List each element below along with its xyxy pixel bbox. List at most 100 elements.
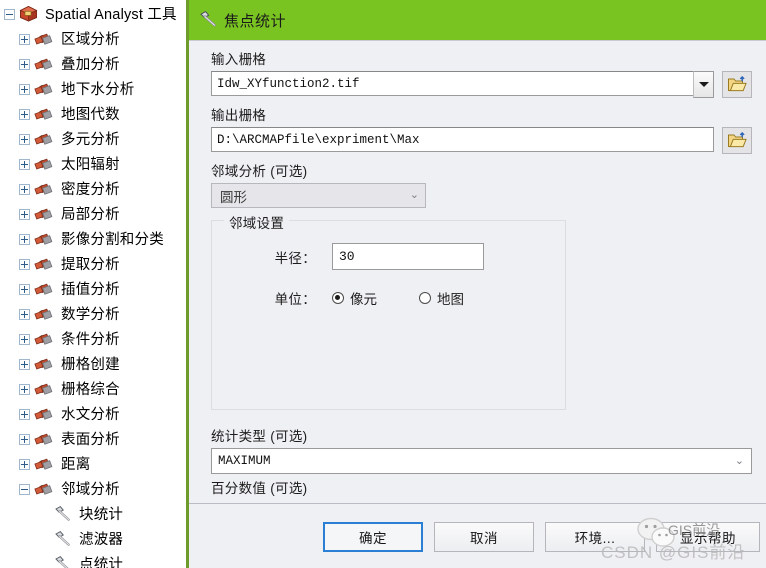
radio-dot-icon (419, 292, 431, 304)
cancel-button[interactable]: 取消 (434, 522, 534, 552)
toolset-icon (34, 231, 54, 249)
toolset-icon (34, 456, 54, 474)
tree-toolset-label: 数学分析 (61, 306, 120, 323)
input-raster-input[interactable]: Idw_XYfunction2.tif (211, 71, 694, 96)
tree-toolset-item[interactable]: 栅格综合 (0, 377, 186, 402)
input-raster-row: Idw_XYfunction2.tif (211, 71, 752, 98)
expand-toggle-plus-icon[interactable] (19, 234, 30, 245)
environments-button[interactable]: 环境... (545, 522, 645, 552)
toolset-icon (34, 481, 54, 499)
tree-toolset-item[interactable]: 提取分析 (0, 252, 186, 277)
tree-toolset-item[interactable]: 叠加分析 (0, 52, 186, 77)
tree-toolset-item[interactable]: 地图代数 (0, 102, 186, 127)
units-radio-group[interactable]: 像元 地图 (332, 288, 506, 308)
expand-toggle-plus-icon[interactable] (19, 84, 30, 95)
neighborhood-settings-group: 邻域设置 半径： 30 单位： 像元 地图 (211, 212, 566, 410)
units-radio-option[interactable]: 像元 (332, 288, 377, 308)
expand-toggle-plus-icon[interactable] (19, 34, 30, 45)
tree-toolset-label: 条件分析 (61, 331, 120, 348)
expand-toggle-plus-icon[interactable] (19, 159, 30, 170)
tree-toolset-item[interactable]: 距离 (0, 452, 186, 477)
collapse-toggle-minus-icon[interactable] (4, 9, 15, 20)
tree-toolset-label: 局部分析 (61, 206, 120, 223)
radius-input[interactable]: 30 (332, 243, 484, 270)
units-radio-option[interactable]: 地图 (419, 288, 464, 308)
tree-toolset-item[interactable]: 密度分析 (0, 177, 186, 202)
tree-tool-label: 点统计 (79, 556, 124, 568)
tree-tool-item[interactable]: 块统计 (0, 502, 186, 527)
expand-toggle-plus-icon[interactable] (19, 309, 30, 320)
chevron-down-icon: ⌄ (409, 189, 419, 201)
tree-tool-item[interactable]: 滤波器 (0, 527, 186, 552)
expand-toggle-plus-icon[interactable] (19, 384, 30, 395)
tree-toolset-item[interactable]: 条件分析 (0, 327, 186, 352)
tree-toolset-item[interactable]: 数学分析 (0, 302, 186, 327)
tree-toolset-item[interactable]: 地下水分析 (0, 77, 186, 102)
tree-toolset-label: 地图代数 (61, 106, 120, 123)
toolbox-tree[interactable]: Spatial Analyst 工具 区域分析 叠加分析 地下水分析 地图代数 … (0, 0, 186, 568)
neighborhood-label: 邻域分析 (可选) (211, 164, 308, 179)
neighborhood-select[interactable]: 圆形 ⌄ (211, 183, 426, 208)
units-row: 单位： 像元 地图 (212, 288, 565, 308)
radius-label: 半径： (274, 250, 316, 266)
dialog-body: 输入栅格 Idw_XYfunction2.tif 输出栅格 D:\ARCMAPf… (189, 40, 766, 504)
tree-tool-item[interactable]: 点统计 (0, 552, 186, 568)
expand-toggle-plus-icon[interactable] (19, 134, 30, 145)
radius-row: 半径： 30 (212, 243, 565, 270)
tree-toolset-item[interactable]: 太阳辐射 (0, 152, 186, 177)
expand-toggle-plus-icon[interactable] (19, 359, 30, 370)
output-raster-input[interactable]: D:\ARCMAPfile\expriment\Max (211, 127, 714, 152)
percentile-label: 百分数值 (可选) (211, 481, 308, 496)
tree-tool-label: 滤波器 (79, 531, 124, 548)
tree-toolset-item[interactable]: 邻域分析 (0, 477, 186, 502)
expand-toggle-plus-icon[interactable] (19, 284, 30, 295)
output-raster-browse-button[interactable] (722, 127, 752, 154)
tree-toolset-label: 插值分析 (61, 281, 120, 298)
toolset-list[interactable]: 区域分析 叠加分析 地下水分析 地图代数 多元分析 太阳辐射 密度分析 局部分析… (0, 27, 186, 502)
tree-toolset-item[interactable]: 栅格创建 (0, 352, 186, 377)
dialog-title: 焦点统计 (224, 12, 287, 30)
ok-button[interactable]: 确定 (323, 522, 423, 552)
tree-toolset-item[interactable]: 表面分析 (0, 427, 186, 452)
toolset-icon (34, 431, 54, 449)
tree-toolset-item[interactable]: 插值分析 (0, 277, 186, 302)
toolset-icon (34, 81, 54, 99)
show-help-button[interactable]: 显示帮助 (656, 522, 760, 552)
dialog-button-bar: 确定 取消 环境... 显示帮助 (189, 506, 766, 568)
toolbox-icon (19, 5, 38, 25)
toolset-icon (34, 381, 54, 399)
toolset-icon (34, 281, 54, 299)
expand-toggle-plus-icon[interactable] (19, 184, 30, 195)
input-raster-browse-button[interactable] (722, 71, 752, 98)
tree-toolset-item[interactable]: 局部分析 (0, 202, 186, 227)
statistics-type-label: 统计类型 (可选) (211, 429, 308, 444)
tree-toolset-item[interactable]: 多元分析 (0, 127, 186, 152)
toolset-icon (34, 331, 54, 349)
statistics-type-select[interactable]: MAXIMUM ⌄ (211, 448, 752, 474)
tool-list[interactable]: 块统计 滤波器 点统计 焦点流 焦点统计 线统计 (0, 502, 186, 568)
neighborhood-select-value: 圆形 (220, 189, 247, 205)
tree-toolset-label: 影像分割和分类 (61, 231, 164, 248)
toolbox-tree-panel[interactable]: Spatial Analyst 工具 区域分析 叠加分析 地下水分析 地图代数 … (0, 0, 186, 568)
tree-root-label: Spatial Analyst 工具 (45, 6, 177, 23)
output-raster-row: D:\ARCMAPfile\expriment\Max (211, 127, 752, 154)
dialog-titlebar: 焦点统计 (189, 0, 766, 40)
input-raster-dropdown-button[interactable] (693, 71, 714, 98)
expand-toggle-plus-icon[interactable] (19, 459, 30, 470)
expand-toggle-plus-icon[interactable] (19, 334, 30, 345)
expand-toggle-plus-icon[interactable] (19, 409, 30, 420)
collapse-toggle-minus-icon[interactable] (19, 484, 30, 495)
expand-toggle-plus-icon[interactable] (19, 259, 30, 270)
tree-toolset-item[interactable]: 水文分析 (0, 402, 186, 427)
expand-toggle-plus-icon[interactable] (19, 59, 30, 70)
expand-toggle-plus-icon[interactable] (19, 109, 30, 120)
expand-toggle-plus-icon[interactable] (19, 209, 30, 220)
tree-root-spatial-analyst[interactable]: Spatial Analyst 工具 (0, 2, 186, 27)
expand-toggle-plus-icon[interactable] (19, 434, 30, 445)
input-raster-label: 输入栅格 (211, 52, 267, 67)
tree-toolset-item[interactable]: 区域分析 (0, 27, 186, 52)
tree-toolset-item[interactable]: 影像分割和分类 (0, 227, 186, 252)
toolset-icon (34, 156, 54, 174)
tree-toolset-label: 区域分析 (61, 31, 120, 48)
tree-toolset-label: 多元分析 (61, 131, 120, 148)
